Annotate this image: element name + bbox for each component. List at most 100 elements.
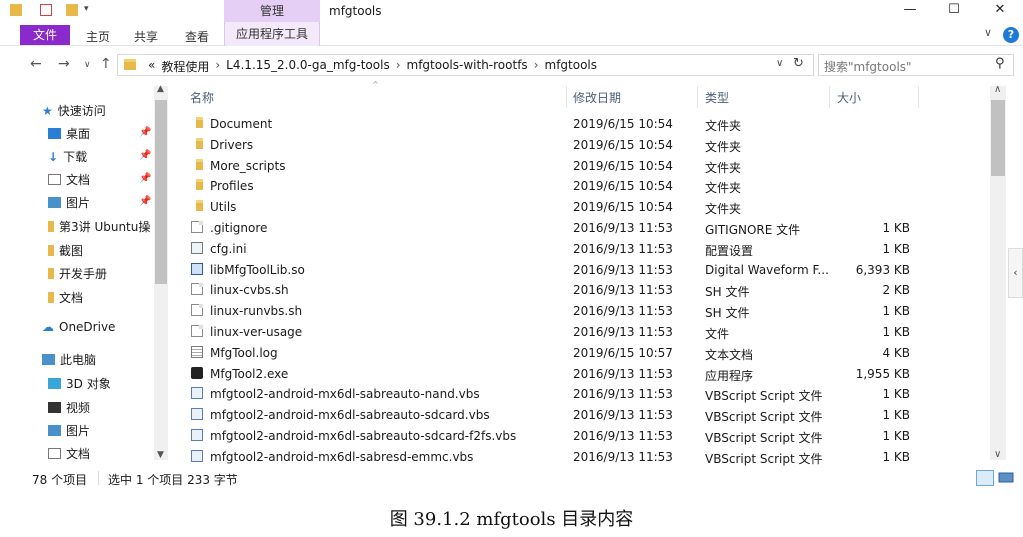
table-row[interactable]: mfgtool2-android-mx6dl-sabreauto-sdcard-… [170, 426, 988, 446]
column-divider[interactable] [697, 86, 698, 108]
tab-file[interactable]: 文件 [20, 25, 70, 45]
search-icon[interactable]: ⚲ [995, 56, 1005, 71]
scroll-down-icon[interactable]: ▼ [157, 450, 164, 460]
preview-pane-toggle[interactable]: ‹ [1008, 248, 1023, 298]
scroll-up-icon[interactable]: ▲ [157, 84, 164, 94]
table-row[interactable]: .gitignore 2016/9/13 11:53 GITIGNORE 文件 1 K… [170, 218, 988, 238]
recent-dropdown-icon[interactable]: ∨ [84, 60, 91, 70]
file-name: libMfgToolLib.so [210, 262, 305, 277]
pin-icon[interactable]: 📌 [139, 173, 151, 184]
file-date: 2019/6/15 10:54 [573, 200, 673, 215]
column-divider[interactable] [918, 86, 919, 108]
table-row[interactable]: MfgTool2.exe 2016/9/13 11:53 应用程序 1,955 KB [170, 364, 988, 384]
maximize-button[interactable]: ☐ [931, 0, 977, 22]
properties-icon[interactable] [40, 4, 52, 16]
column-header-date[interactable]: 修改日期 [573, 89, 621, 106]
sidebar-item-quick-access[interactable]: ★ 快速访问 [42, 102, 106, 119]
pin-icon[interactable]: 📌 [139, 150, 151, 161]
tab-view[interactable]: 查看 [185, 28, 209, 45]
minimize-button[interactable]: — [887, 0, 933, 22]
sidebar-item-label: 第3讲 Ubuntu操 [59, 220, 151, 234]
chevron-right-icon[interactable]: › [215, 58, 220, 75]
column-header-type[interactable]: 类型 [705, 89, 729, 106]
file-list-scrollbar-thumb[interactable] [991, 100, 1005, 176]
sidebar-item-desktop[interactable]: 桌面 [48, 125, 90, 142]
forward-icon[interactable]: → [58, 56, 70, 72]
close-button[interactable]: ✕ [977, 0, 1023, 22]
table-row[interactable]: Utils 2019/6/15 10:54 文件夹 [170, 197, 988, 217]
table-row[interactable]: Document 2019/6/15 10:54 文件夹 [170, 114, 988, 134]
sidebar-scrollbar-thumb[interactable] [155, 100, 167, 284]
file-size: 1 KB [882, 408, 910, 423]
quick-access-dropdown-icon[interactable]: ▾ [84, 4, 89, 14]
breadcrumb-item[interactable]: mfgtools-with-rootfs [407, 58, 528, 75]
large-icons-view-icon[interactable] [998, 471, 1014, 485]
help-icon[interactable]: ? [1003, 27, 1019, 43]
sidebar-item-label: 开发手册 [59, 267, 108, 281]
sidebar-item-videos[interactable]: 视频 [48, 399, 90, 416]
pin-icon[interactable]: 📌 [139, 127, 151, 138]
details-view-icon[interactable] [976, 470, 994, 486]
scroll-up-icon[interactable]: ∧ [994, 84, 1001, 95]
sidebar-item-onedrive[interactable]: ☁ OneDrive [42, 320, 115, 334]
sidebar-item-pictures-pc[interactable]: 图片 [48, 422, 90, 439]
title-bar: ▾ [0, 0, 1023, 22]
sidebar-item-downloads[interactable]: ↓ 下载 [48, 148, 87, 165]
table-row[interactable]: mfgtool2-android-mx6dl-sabreauto-sdcard.… [170, 405, 988, 425]
column-header-name[interactable]: 名称 [190, 89, 214, 106]
table-row[interactable]: linux-ver-usage 2016/9/13 11:53 文件 1 KB [170, 322, 988, 342]
tab-app-tools[interactable]: 应用程序工具 [224, 22, 320, 46]
sidebar-item-folder[interactable]: 文档 [48, 289, 83, 306]
column-divider[interactable] [829, 86, 830, 108]
file-size: 4 KB [882, 345, 910, 360]
chevron-right-icon[interactable]: › [396, 58, 401, 75]
scroll-down-icon[interactable]: ∨ [994, 449, 1001, 460]
table-row[interactable]: linux-runvbs.sh 2016/9/13 11:53 SH 文件 1 KB [170, 301, 988, 321]
file-type: SH 文件 [705, 306, 750, 321]
back-icon[interactable]: ← [30, 56, 42, 72]
documents-icon [48, 448, 61, 459]
address-dropdown-icon[interactable]: ∨ [776, 58, 783, 69]
pin-icon[interactable]: 📌 [139, 196, 151, 207]
sidebar-item-folder[interactable]: 开发手册 [48, 265, 107, 282]
column-divider[interactable] [566, 86, 567, 108]
sidebar-item-documents[interactable]: 文档 [48, 171, 90, 188]
tab-home[interactable]: 主页 [86, 28, 110, 45]
computer-icon [42, 354, 55, 365]
ribbon-expand-icon[interactable]: ∨ [984, 26, 992, 39]
breadcrumb-item[interactable]: L4.1.15_2.0.0-ga_mfg-tools [226, 58, 390, 75]
folder-icon [48, 245, 54, 256]
sidebar-item-3d-objects[interactable]: 3D 对象 [48, 375, 111, 392]
tab-share[interactable]: 共享 [134, 28, 158, 45]
sidebar-item-pictures[interactable]: 图片 [48, 194, 90, 211]
file-name: linux-runvbs.sh [210, 304, 303, 319]
up-icon[interactable]: ↑ [100, 56, 112, 72]
sidebar-item-folder[interactable]: 第3讲 Ubuntu操 [48, 218, 150, 235]
table-row[interactable]: mfgtool2-android-mx6dl-sabreauto-nand.vb… [170, 384, 988, 404]
sidebar-item-label: 视频 [66, 401, 91, 415]
refresh-icon[interactable]: ↻ [793, 56, 804, 71]
chevron-right-icon[interactable]: › [534, 58, 539, 75]
sidebar-item-folder[interactable]: 截图 [48, 242, 83, 259]
sidebar-item-documents-pc[interactable]: 文档 [48, 445, 90, 462]
sidebar-item-this-pc[interactable]: 此电脑 [42, 351, 96, 368]
breadcrumb-item[interactable]: 教程使用 [161, 58, 209, 75]
sidebar-item-label: 快速访问 [57, 104, 106, 118]
file-size: 1 KB [882, 429, 910, 443]
sidebar-item-label: 3D 对象 [66, 377, 111, 391]
breadcrumb-item[interactable]: mfgtools [545, 58, 598, 75]
new-folder-icon[interactable] [66, 4, 78, 16]
table-row[interactable]: Profiles 2019/6/15 10:54 文件夹 [170, 176, 988, 196]
table-row[interactable]: MfgTool.log 2019/6/15 10:57 文本文档 4 KB [170, 343, 988, 363]
manage-tab[interactable]: 管理 [224, 0, 320, 22]
table-row[interactable]: Drivers 2019/6/15 10:54 文件夹 [170, 135, 988, 155]
table-row[interactable]: libMfgToolLib.so 2016/9/13 11:53 Digital W… [170, 260, 988, 280]
breadcrumb-overflow[interactable]: « [148, 58, 155, 75]
table-row[interactable]: linux-cvbs.sh 2016/9/13 11:53 SH 文件 2 KB [170, 280, 988, 300]
folder-icon [48, 268, 54, 279]
table-row[interactable]: cfg.ini 2016/9/13 11:53 配置设置 1 KB [170, 239, 988, 259]
file-date: 2019/6/15 10:54 [573, 179, 673, 194]
file-type: VBScript Script 文件 [705, 389, 823, 404]
table-row[interactable]: More_scripts 2019/6/15 10:54 文件夹 [170, 156, 988, 176]
column-header-size[interactable]: 大小 [837, 89, 861, 106]
